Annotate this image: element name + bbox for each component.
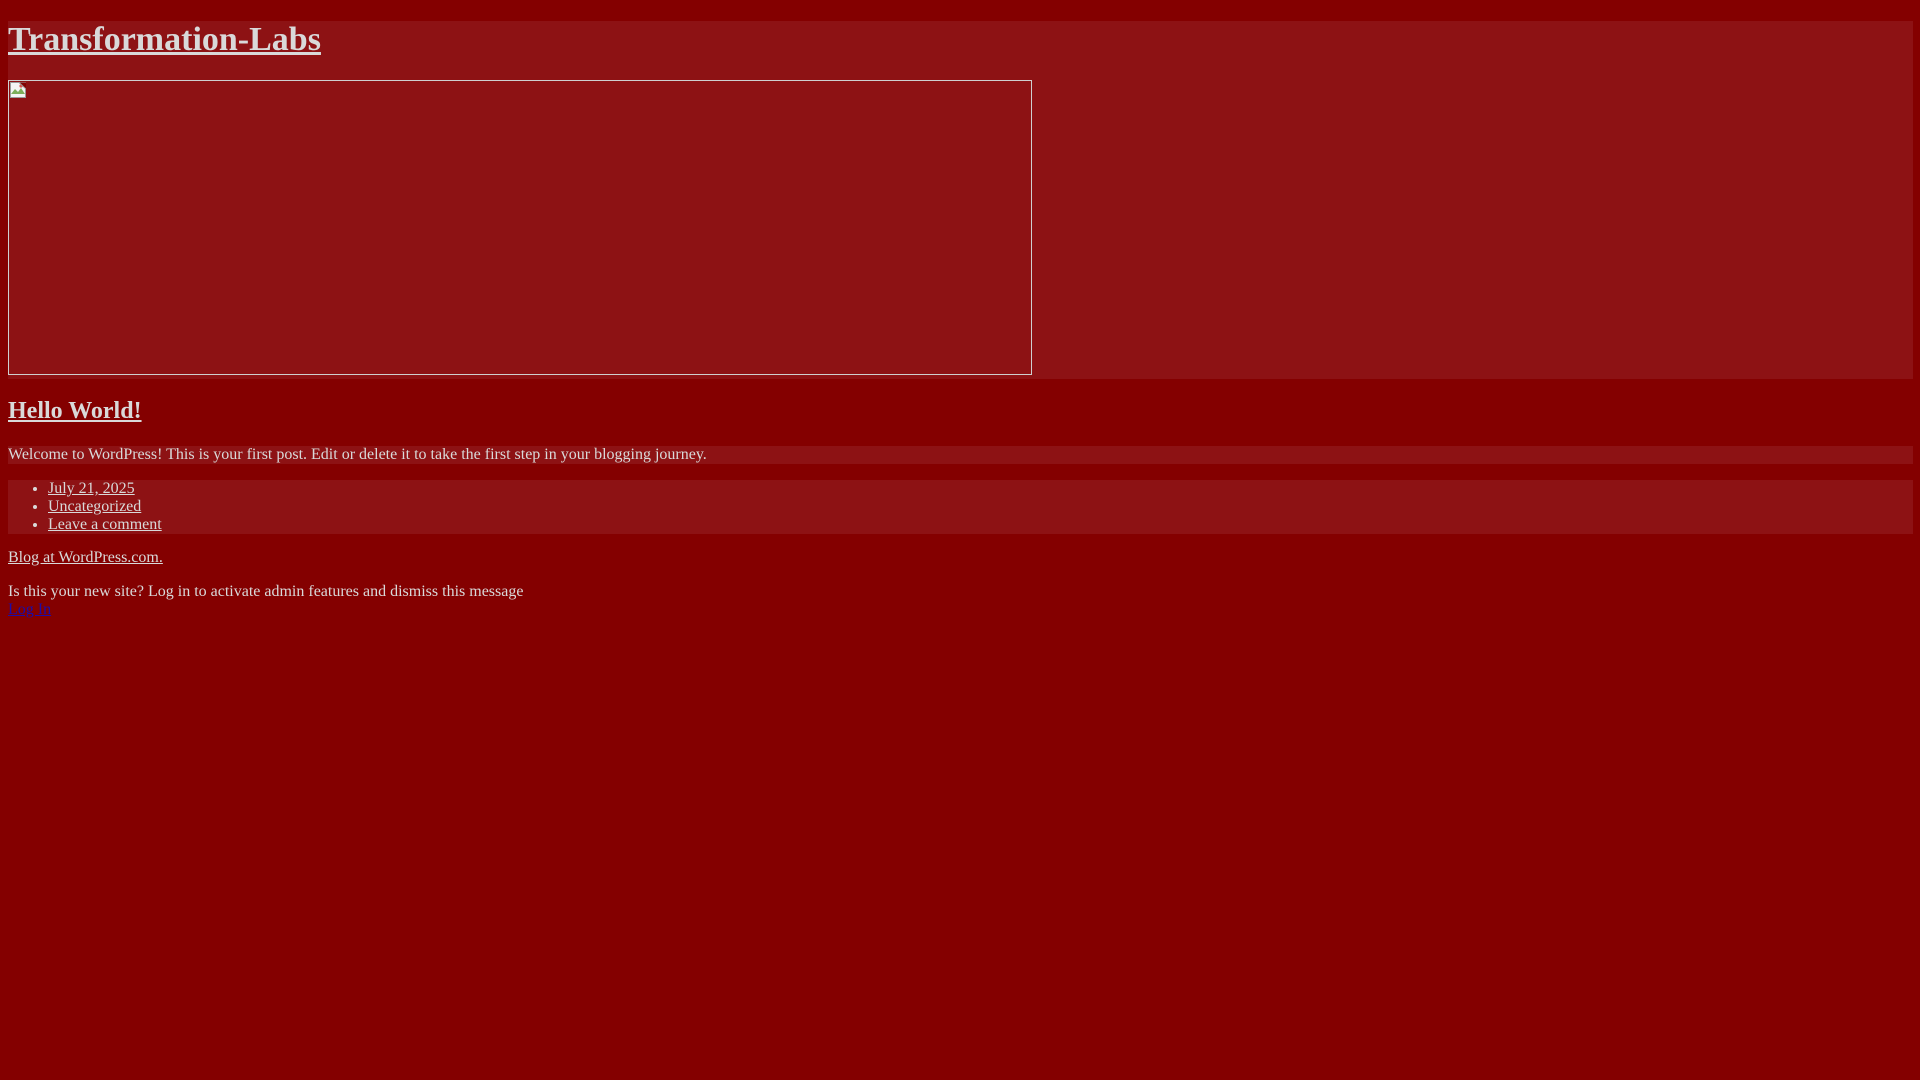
post-meta-category-item: Uncategorized xyxy=(48,498,1913,516)
post-content: Welcome to WordPress! This is your first… xyxy=(8,446,1913,464)
post-title-link[interactable]: Hello World! xyxy=(8,398,142,424)
admin-notice: Is this your new site? Log in to activat… xyxy=(8,583,523,619)
site-footer: Blog at WordPress.com. xyxy=(8,549,163,567)
header-image[interactable] xyxy=(8,80,1032,375)
post-meta: July 21, 2025 Uncategorized Leave a comm… xyxy=(8,480,1913,534)
post-meta-list: July 21, 2025 Uncategorized Leave a comm… xyxy=(8,480,1913,534)
post-meta-comment-item: Leave a comment xyxy=(48,516,1913,534)
wordpress-credit-link[interactable]: Blog at WordPress.com. xyxy=(8,549,163,566)
broken-image-icon xyxy=(10,82,26,98)
post-title: Hello World! xyxy=(8,396,142,426)
site-title-link[interactable]: Transformation-Labs xyxy=(8,21,321,58)
admin-notice-message: Is this your new site? Log in to activat… xyxy=(8,583,524,600)
post-category-link[interactable]: Uncategorized xyxy=(48,498,141,515)
login-link[interactable]: Log In xyxy=(8,601,523,619)
site-header: Transformation-Labs xyxy=(8,21,1913,379)
post-date-link[interactable]: July 21, 2025 xyxy=(48,480,135,497)
site-title: Transformation-Labs xyxy=(8,21,321,59)
leave-comment-link[interactable]: Leave a comment xyxy=(48,516,162,533)
post-meta-date-item: July 21, 2025 xyxy=(48,480,1913,498)
